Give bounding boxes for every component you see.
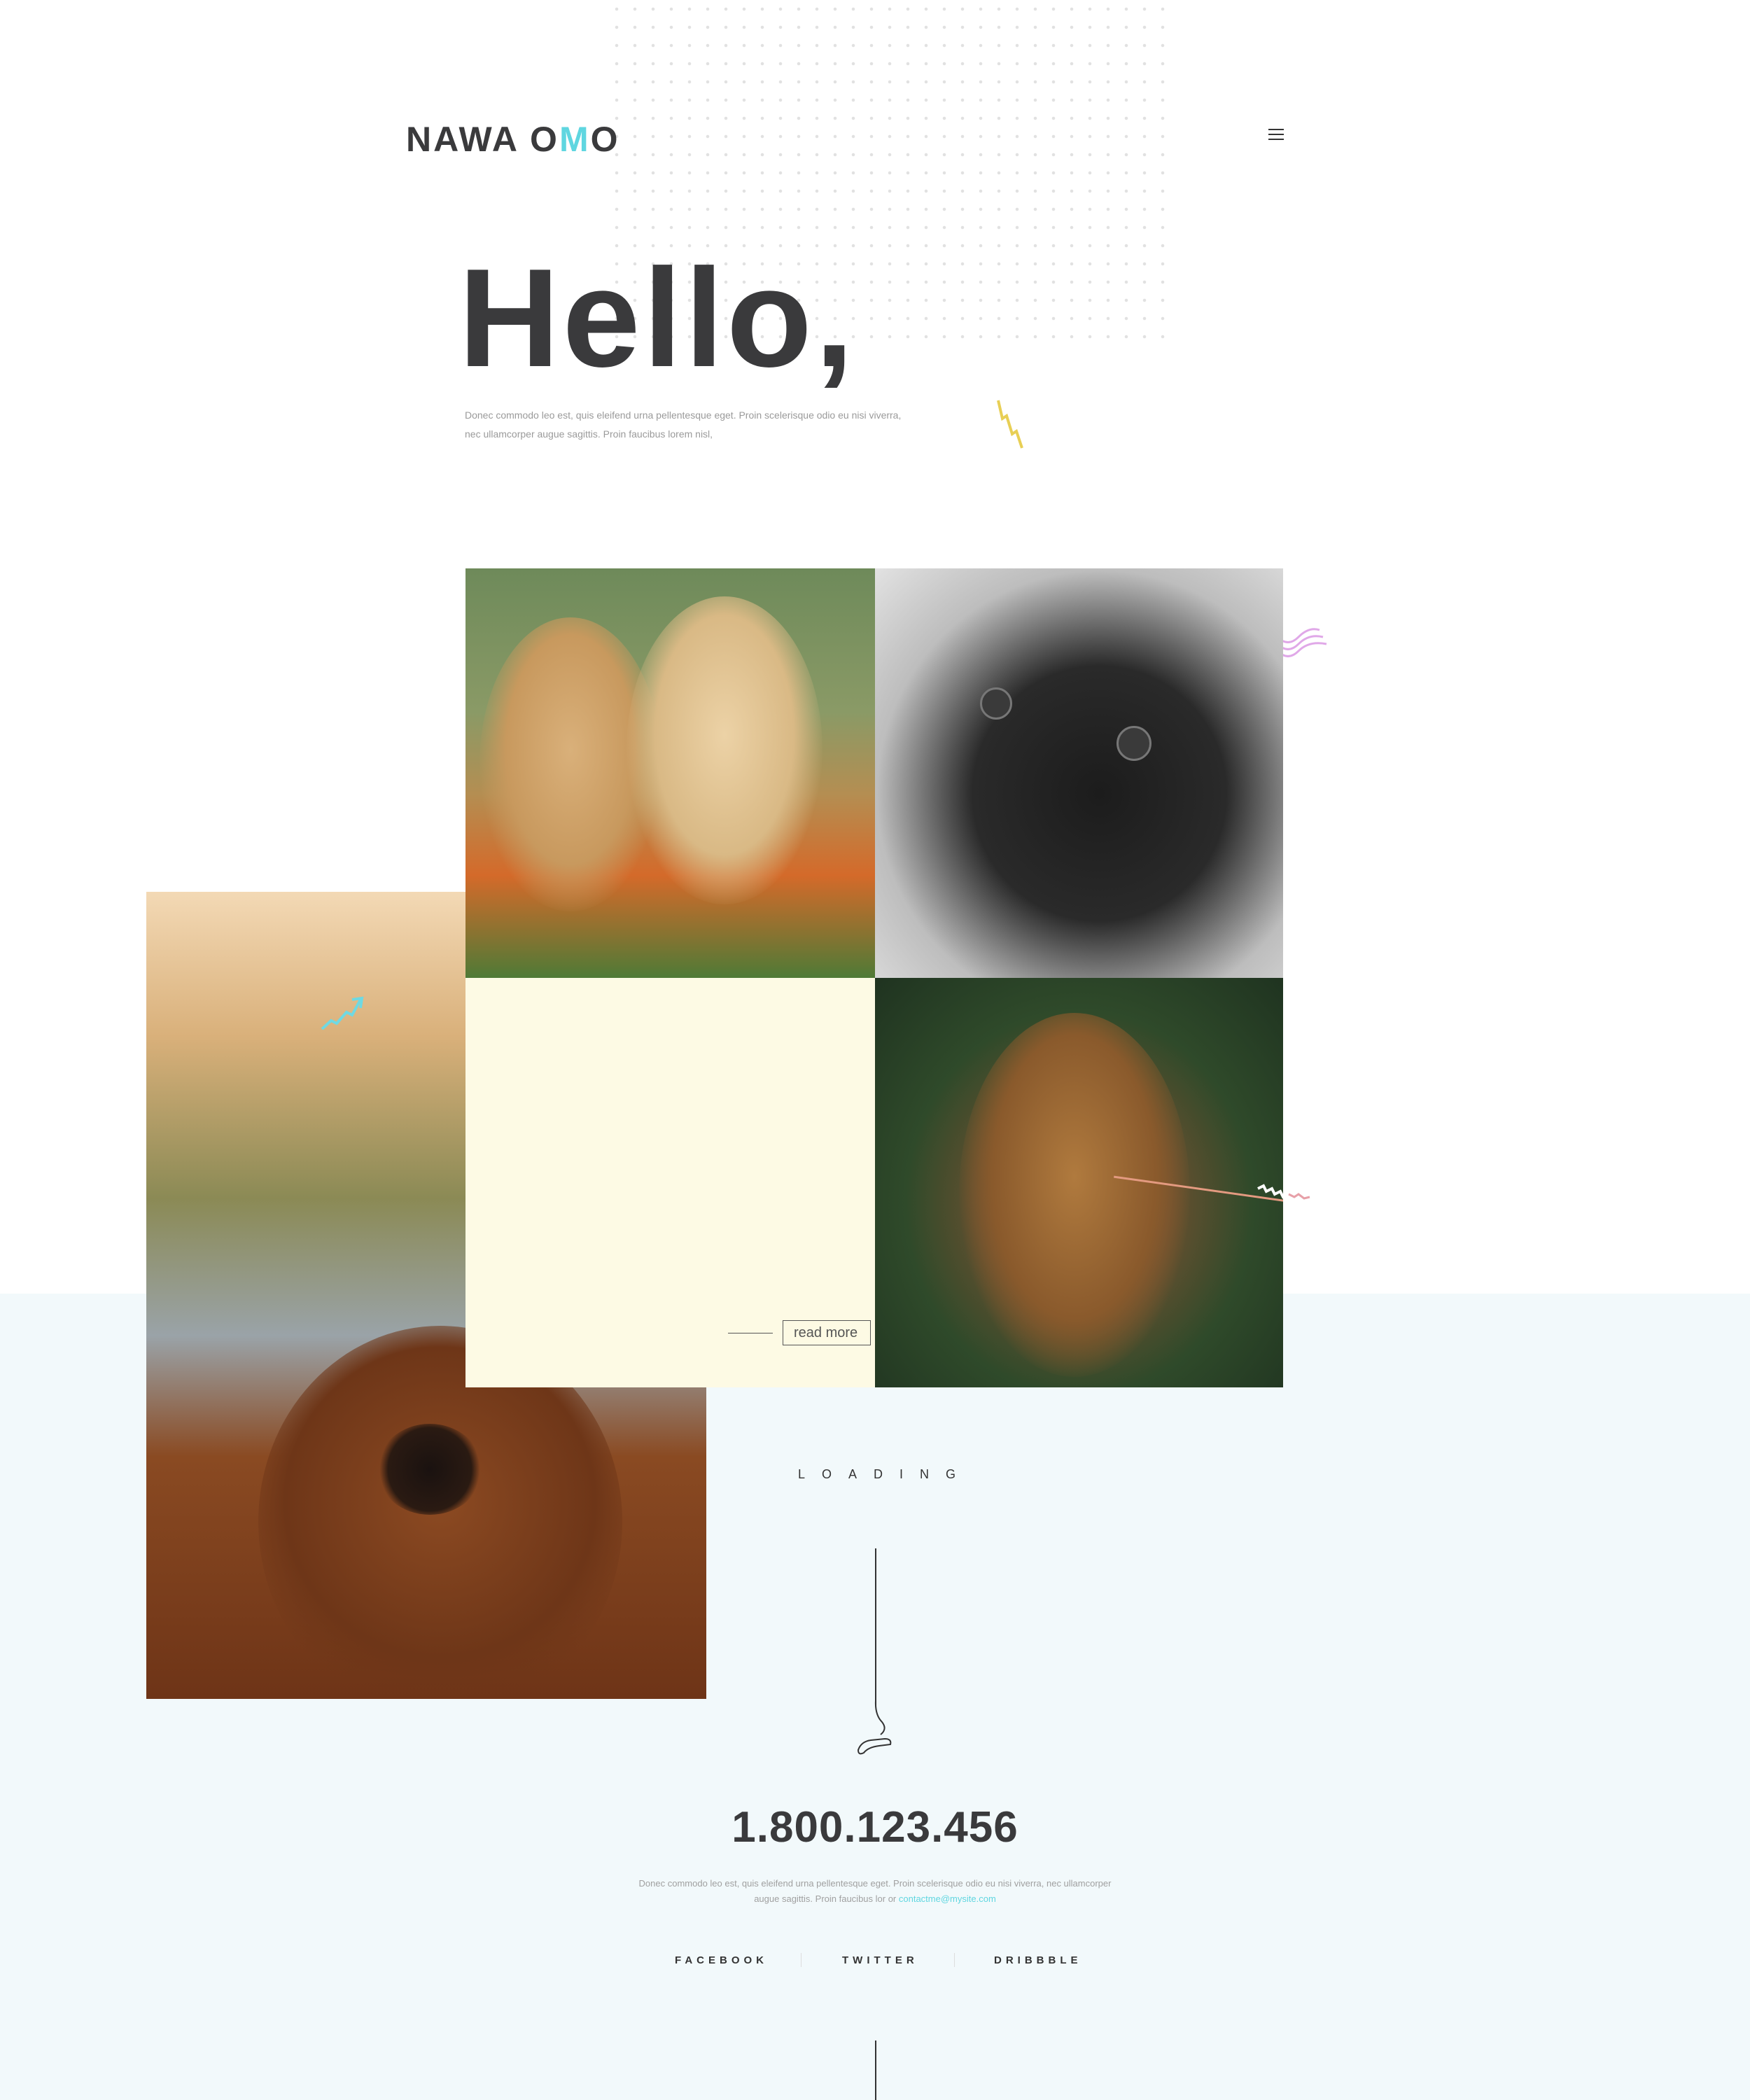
hero-text: Donec commodo leo est, quis eleifend urn… [465,410,902,440]
hamburger-icon[interactable] [1268,129,1284,141]
divider [954,1953,955,1967]
bottom-line [875,2040,876,2100]
dribbble-link[interactable]: DRIBBBLE [994,1954,1082,1966]
hanging-line [875,1548,876,1706]
phone-number: 1.800.123.456 [732,1803,1018,1851]
site-logo[interactable]: NAWA OMO [406,119,620,160]
puppies-photo [465,568,875,978]
arrow-squiggle-icon [321,996,364,1030]
read-more-link[interactable]: read more [728,1320,871,1345]
twitter-link[interactable]: TWITTER [842,1954,918,1966]
contact-text: Donec commodo leo est, quis eleifend urn… [638,1878,1112,1904]
zigzag-squiggle-icon [1257,1184,1310,1200]
divider [801,1953,802,1967]
spaniel-photo [875,978,1283,1387]
pug-photo [875,568,1283,978]
telephone-handset-icon [857,1701,892,1755]
email-link[interactable]: contactme@mysite.com [899,1893,996,1904]
loading-label: LOADING [798,1467,973,1481]
facebook-link[interactable]: FACEBOOK [675,1954,768,1966]
hero-title: Hello, [458,240,857,396]
lightning-squiggle-icon [997,400,1023,449]
